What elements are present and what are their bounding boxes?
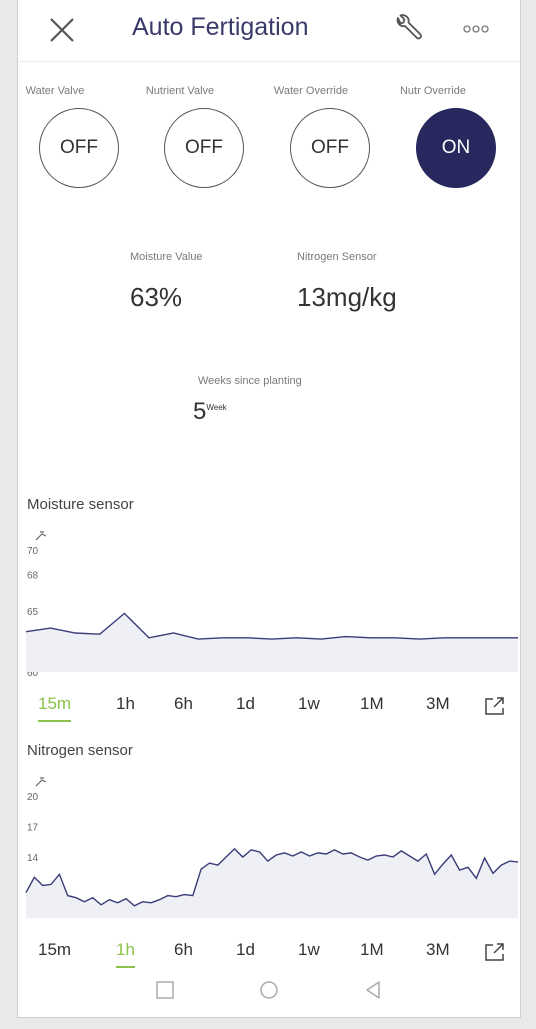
moisture-chart-title: Moisture sensor xyxy=(27,496,134,513)
more-options-icon[interactable] xyxy=(462,20,490,38)
expand-chart-icon[interactable] xyxy=(484,942,506,962)
nitrogen-chart: 20 17 14 xyxy=(25,777,519,918)
nutr-override-button[interactable]: ON xyxy=(416,108,496,188)
range-button-15m[interactable]: 15m xyxy=(38,940,71,966)
range-button-1M[interactable]: 1M xyxy=(360,694,384,720)
nitrogen-chart-title: Nitrogen sensor xyxy=(27,742,133,759)
recent-apps-icon[interactable] xyxy=(154,979,176,1001)
close-icon[interactable] xyxy=(46,14,78,46)
trend-marker-icon xyxy=(35,531,47,541)
weeks-label: Weeks since planting xyxy=(198,375,302,387)
weeks-value-group: 5Week xyxy=(193,398,227,426)
weeks-value: 5 xyxy=(193,398,207,425)
y-tick-label: 68 xyxy=(27,570,39,581)
range-button-1M[interactable]: 1M xyxy=(360,940,384,966)
range-button-15m[interactable]: 15m xyxy=(38,694,72,722)
back-icon[interactable] xyxy=(362,979,384,1001)
weeks-unit: Week xyxy=(206,403,227,412)
y-tick-label: 20 xyxy=(27,792,39,803)
range-button-1w[interactable]: 1w xyxy=(298,940,320,966)
range-button-6h[interactable]: 6h xyxy=(174,940,193,966)
y-tick-label: 65 xyxy=(27,607,39,618)
range-button-1h[interactable]: 1h xyxy=(116,940,135,968)
range-button-1d[interactable]: 1d xyxy=(236,940,255,966)
page-title: Auto Fertigation xyxy=(132,13,309,41)
range-button-1w[interactable]: 1w xyxy=(298,694,320,720)
y-tick-label: 70 xyxy=(27,546,39,557)
app-header: Auto Fertigation xyxy=(18,0,520,62)
range-button-6h[interactable]: 6h xyxy=(174,694,193,720)
series-area xyxy=(26,613,518,672)
y-tick-label: 14 xyxy=(27,853,39,864)
nutr-override-label: Nutr Override xyxy=(399,85,467,97)
range-button-3M[interactable]: 3M xyxy=(426,940,450,966)
wrench-icon[interactable] xyxy=(390,12,424,46)
nutrient-valve-label: Nutrient Valve xyxy=(145,85,215,97)
moisture-range-selector: 15m 1h 6h 1d 1w 1M 3M xyxy=(18,688,522,728)
water-valve-button[interactable]: OFF xyxy=(39,108,119,188)
moisture-value-label: Moisture Value xyxy=(130,251,203,263)
nitrogen-value: 13mg/kg xyxy=(297,282,397,312)
water-override-label: Water Override xyxy=(273,85,349,97)
y-tick-label: 17 xyxy=(27,823,39,834)
phone-screen: Auto Fertigation Water Valve Nutrient Va… xyxy=(17,0,521,1018)
system-nav-bar xyxy=(18,968,520,1013)
trend-marker-icon xyxy=(35,777,47,787)
range-button-3M[interactable]: 3M xyxy=(426,694,450,720)
nitrogen-sensor-label: Nitrogen Sensor xyxy=(297,251,377,263)
expand-chart-icon[interactable] xyxy=(484,696,506,716)
nutrient-valve-button[interactable]: OFF xyxy=(164,108,244,188)
water-override-button[interactable]: OFF xyxy=(290,108,370,188)
series-area xyxy=(26,848,518,918)
moisture-chart: 7068656360 xyxy=(25,531,518,679)
home-icon[interactable] xyxy=(258,979,280,1001)
water-valve-label: Water Valve xyxy=(25,85,85,97)
moisture-value: 63% xyxy=(130,282,183,312)
range-button-1h[interactable]: 1h xyxy=(116,694,135,720)
range-button-1d[interactable]: 1d xyxy=(236,694,255,720)
